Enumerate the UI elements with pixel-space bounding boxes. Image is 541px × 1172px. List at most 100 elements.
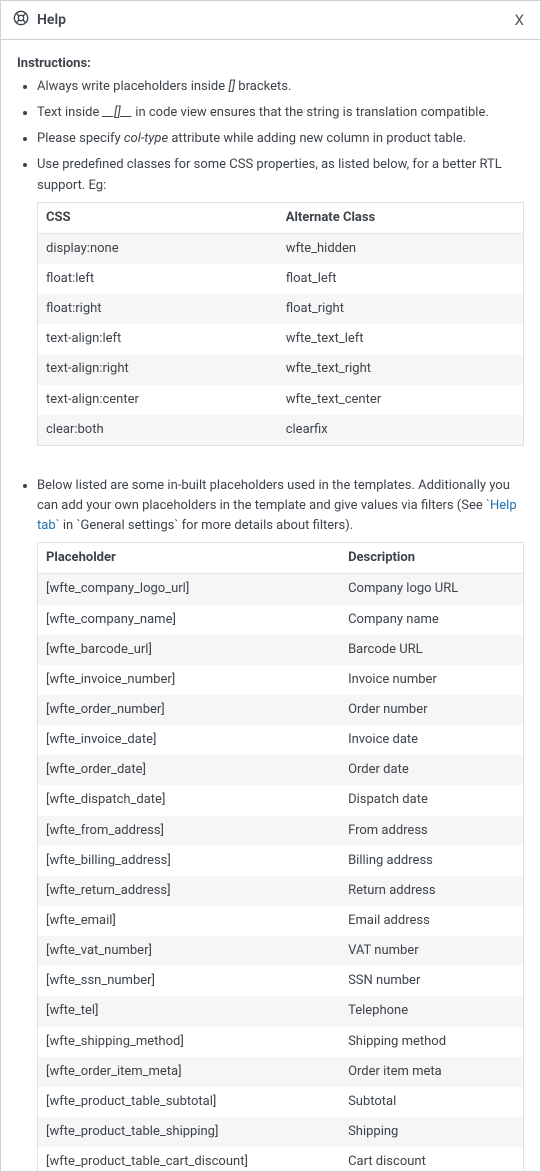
instruction-item: Please specify col-type attribute while … — [37, 129, 524, 149]
table-row: [wfte_company_name]Company name — [38, 605, 524, 635]
placeholder-cell: [wfte_barcode_url] — [38, 635, 341, 665]
instructions-list: Always write placeholders inside [] brac… — [17, 77, 524, 446]
text: Please specify — [37, 131, 124, 146]
table-row: [wfte_product_table_shipping]Shipping — [38, 1117, 524, 1147]
table-row: text-align:centerwfte_text_center — [38, 385, 524, 415]
table-row: [wfte_invoice_number]Invoice number — [38, 665, 524, 695]
table-row: clear:bothclearfix — [38, 415, 524, 446]
description-cell: Shipping method — [340, 1027, 523, 1057]
text: attribute while adding new column in pro… — [168, 131, 466, 146]
table-row: [wfte_order_date]Order date — [38, 755, 524, 785]
css-classes-table: CSS Alternate Class display:nonewfte_hid… — [37, 202, 524, 446]
placeholder-table: Placeholder Description [wfte_company_lo… — [37, 542, 524, 1171]
alt-class-cell: wfte_text_center — [278, 385, 524, 415]
alt-class-cell: wfte_hidden — [278, 233, 524, 264]
text: brackets. — [235, 79, 291, 94]
table-row: [wfte_barcode_url]Barcode URL — [38, 635, 524, 665]
dialog-content[interactable]: Instructions: Always write placeholders … — [1, 40, 540, 1171]
alt-class-cell: float_right — [278, 294, 524, 324]
placeholder-cell: [wfte_tel] — [38, 996, 341, 1026]
text: Always write placeholders inside — [37, 79, 228, 94]
description-cell: Order date — [340, 755, 523, 785]
alt-class-cell: clearfix — [278, 415, 524, 446]
placeholder-cell: [wfte_order_item_meta] — [38, 1057, 341, 1087]
emphasis: col-type — [124, 131, 168, 146]
table-row: [wfte_vat_number]VAT number — [38, 936, 524, 966]
alt-class-cell: wfte_text_left — [278, 324, 524, 354]
placeholder-cell: [wfte_order_number] — [38, 695, 341, 725]
instruction-item: Use predefined classes for some CSS prop… — [37, 155, 524, 445]
alt-class-cell: float_left — [278, 264, 524, 294]
table-row: [wfte_product_table_cart_discount]Cart d… — [38, 1147, 524, 1171]
table-row: [wfte_dispatch_date]Dispatch date — [38, 785, 524, 815]
css-cell: float:left — [38, 264, 278, 294]
css-cell: float:right — [38, 294, 278, 324]
instruction-item: Always write placeholders inside [] brac… — [37, 77, 524, 97]
table-row: [wfte_company_logo_url]Company logo URL — [38, 574, 524, 605]
placeholder-cell: [wfte_return_address] — [38, 876, 341, 906]
placeholder-cell: [wfte_product_table_subtotal] — [38, 1087, 341, 1117]
placeholder-cell: [wfte_ssn_number] — [38, 966, 341, 996]
placeholder-cell: [wfte_company_name] — [38, 605, 341, 635]
description-cell: Invoice number — [340, 665, 523, 695]
instructions-heading: Instructions: — [17, 56, 524, 71]
description-cell: Company logo URL — [340, 574, 523, 605]
help-icon — [13, 10, 29, 30]
placeholder-cell: [wfte_company_logo_url] — [38, 574, 341, 605]
description-cell: Order item meta — [340, 1057, 523, 1087]
placeholder-cell: [wfte_invoice_date] — [38, 725, 341, 755]
description-cell: Cart discount — [340, 1147, 523, 1171]
description-cell: Invoice date — [340, 725, 523, 755]
placeholder-cell: [wfte_email] — [38, 906, 341, 936]
instruction-item: Text inside __[]__ in code view ensures … — [37, 103, 524, 123]
css-cell: clear:both — [38, 415, 278, 446]
table-row: [wfte_invoice_date]Invoice date — [38, 725, 524, 755]
table-header-css: CSS — [38, 202, 278, 233]
dialog-title: Help — [37, 12, 66, 28]
placeholder-cell: [wfte_dispatch_date] — [38, 785, 341, 815]
description-cell: Email address — [340, 906, 523, 936]
table-row: display:nonewfte_hidden — [38, 233, 524, 264]
table-row: [wfte_ssn_number]SSN number — [38, 966, 524, 996]
placeholder-cell: [wfte_product_table_shipping] — [38, 1117, 341, 1147]
table-row: [wfte_order_item_meta]Order item meta — [38, 1057, 524, 1087]
placeholder-cell: [wfte_from_address] — [38, 816, 341, 846]
placeholder-cell: [wfte_order_date] — [38, 755, 341, 785]
table-row: [wfte_email]Email address — [38, 906, 524, 936]
text: Below listed are some in-built placehold… — [37, 478, 510, 513]
table-row: [wfte_product_table_subtotal]Subtotal — [38, 1087, 524, 1117]
table-row: [wfte_return_address]Return address — [38, 876, 524, 906]
placeholder-cell: [wfte_billing_address] — [38, 846, 341, 876]
css-cell: text-align:left — [38, 324, 278, 354]
table-row: [wfte_tel]Telephone — [38, 996, 524, 1026]
description-cell: From address — [340, 816, 523, 846]
table-row: float:leftfloat_left — [38, 264, 524, 294]
description-cell: Dispatch date — [340, 785, 523, 815]
close-button[interactable]: X — [511, 9, 528, 31]
table-row: [wfte_order_number]Order number — [38, 695, 524, 725]
table-header-placeholder: Placeholder — [38, 543, 341, 574]
description-cell: Subtotal — [340, 1087, 523, 1117]
table-row: text-align:leftwfte_text_left — [38, 324, 524, 354]
css-cell: text-align:center — [38, 385, 278, 415]
placeholder-intro-item: Below listed are some in-built placehold… — [37, 476, 524, 1171]
table-header-description: Description — [340, 543, 523, 574]
table-row: [wfte_billing_address]Billing address — [38, 846, 524, 876]
placeholder-section: Below listed are some in-built placehold… — [17, 476, 524, 1171]
css-cell: text-align:right — [38, 354, 278, 384]
placeholder-cell: [wfte_vat_number] — [38, 936, 341, 966]
table-header-alt: Alternate Class — [278, 202, 524, 233]
placeholder-cell: [wfte_invoice_number] — [38, 665, 341, 695]
table-row: float:rightfloat_right — [38, 294, 524, 324]
titlebar: Help X — [1, 1, 540, 40]
titlebar-left: Help — [13, 10, 66, 30]
description-cell: Order number — [340, 695, 523, 725]
description-cell: Telephone — [340, 996, 523, 1026]
description-cell: SSN number — [340, 966, 523, 996]
description-cell: Shipping — [340, 1117, 523, 1147]
help-dialog: Help X Instructions: Always write placeh… — [0, 0, 541, 1172]
description-cell: Barcode URL — [340, 635, 523, 665]
text: Text inside — [37, 105, 103, 120]
text: in code view ensures that the string is … — [132, 105, 489, 120]
css-cell: display:none — [38, 233, 278, 264]
